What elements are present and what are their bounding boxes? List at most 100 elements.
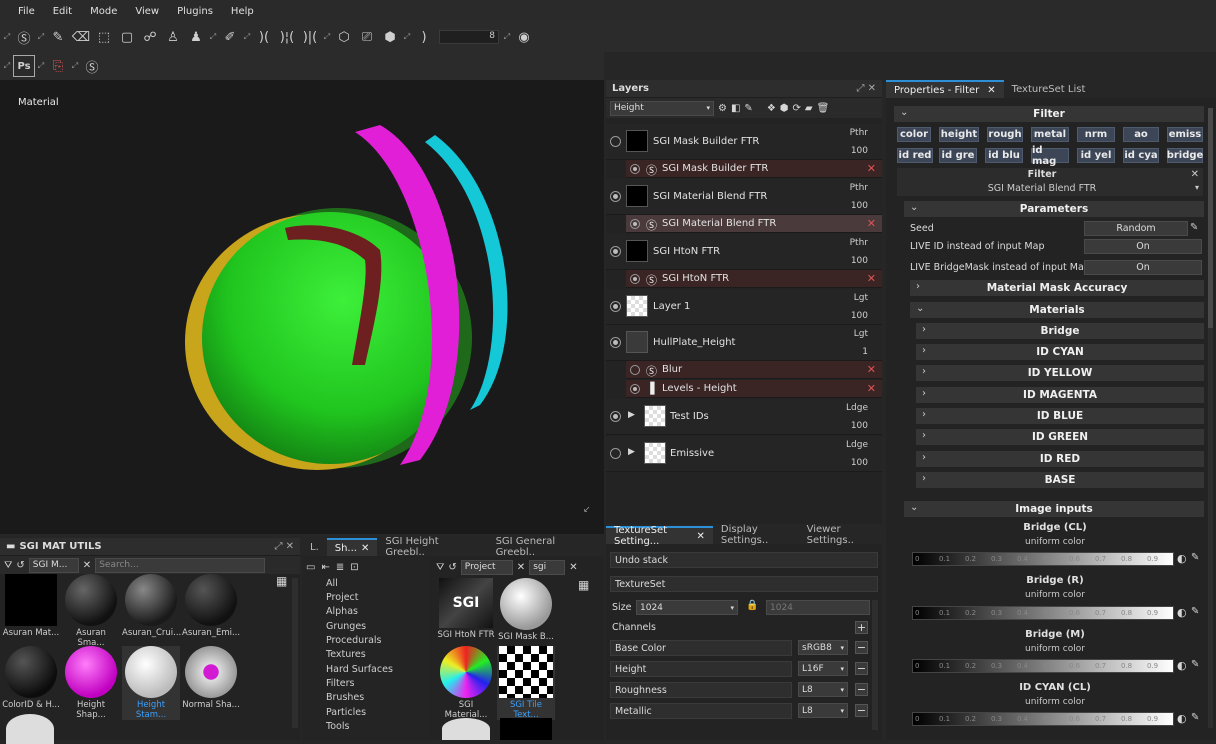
edit-icon[interactable]: ✎ (1191, 712, 1199, 723)
size-height-field[interactable]: 1024 (766, 600, 870, 615)
close-icon[interactable]: ⤢ ✕ (274, 541, 300, 552)
menu-plugins[interactable]: Plugins (168, 6, 222, 17)
shelf2-tab-active[interactable]: Sh... ✕ (326, 538, 378, 556)
channel-chip[interactable]: emiss (1167, 127, 1203, 142)
shelf-item[interactable]: Asuran Sma... (62, 574, 120, 648)
color-gradient-bar[interactable]: 0 0.1 0.2 0.3 0.4 0.5 0.6 0.7 0.8 0.9 (912, 606, 1174, 620)
channel-chip[interactable]: id red (897, 148, 933, 163)
channel-chip[interactable]: ao (1123, 127, 1159, 142)
category-brushes[interactable]: Brushes (326, 692, 364, 703)
menu-view[interactable]: View (126, 6, 168, 17)
category-tools[interactable]: Tools (326, 721, 349, 732)
expand-icon[interactable]: ⤢ (36, 55, 46, 77)
layer-row[interactable]: ▶ Emissive Ldge 100 (606, 436, 882, 472)
category-all[interactable]: All (326, 578, 338, 589)
material-item[interactable]: › Bridge (916, 323, 1204, 339)
cube-icon[interactable]: ⬢ (379, 26, 401, 48)
category-particles[interactable]: Particles (326, 707, 366, 718)
category-filters[interactable]: Filters (326, 678, 354, 689)
channel-format-select[interactable]: L16F ▾ (798, 661, 848, 676)
layer-blend-mode[interactable]: Ldge (846, 440, 868, 450)
textureset-scrollbar[interactable] (872, 600, 878, 730)
import-icon[interactable]: ⇤ (321, 562, 329, 573)
visibility-toggle[interactable] (630, 219, 640, 229)
chevron-down-icon[interactable]: ▾ (1195, 183, 1199, 192)
channel-chip[interactable]: nrm (1077, 127, 1115, 142)
layer-blend-mode[interactable]: Pthr (850, 128, 868, 138)
remove-channel-button[interactable]: − (855, 662, 868, 675)
remove-channel-button[interactable]: − (855, 641, 868, 654)
remove-effect-icon[interactable]: ✕ (867, 217, 876, 230)
color-picker-icon[interactable]: ✐ (219, 26, 241, 48)
tab-viewer-settings[interactable]: Viewer Settings.. (799, 524, 882, 546)
expand-icon[interactable]: ⤢ (2, 55, 12, 77)
shelf2-item[interactable]: SGI Material... (437, 646, 495, 720)
category-grunges[interactable]: Grunges (326, 621, 366, 632)
size-select[interactable]: 1024 ▾ (636, 600, 738, 615)
seed-random-button[interactable]: Random (1084, 221, 1188, 236)
color-gradient-bar[interactable]: 0 0.1 0.2 0.3 0.4 0.5 0.6 0.7 0.8 0.9 (912, 552, 1174, 566)
color-gradient-bar[interactable]: 0 0.1 0.2 0.3 0.4 0.5 0.6 0.7 0.8 0.9 (912, 712, 1174, 726)
shelf-scrollbar[interactable] (292, 578, 298, 728)
channel-chip[interactable]: id mag (1031, 145, 1069, 167)
layer-row[interactable]: Layer 1 Lgt 100 (606, 289, 882, 325)
filter-icon[interactable]: ⛛ (436, 562, 444, 573)
folder-expand-icon[interactable]: ▶ (628, 410, 635, 420)
scrollbar-thumb[interactable] (1208, 108, 1213, 328)
channel-chip[interactable]: bridge (1167, 148, 1203, 163)
lazy-mouse-slider[interactable]: 8 (439, 30, 499, 44)
lazy-mouse-icon[interactable]: ) (413, 26, 435, 48)
shelf-item[interactable]: Asuran_Crui... (122, 574, 181, 638)
material-item[interactable]: › ID BLUE (916, 408, 1204, 424)
close-icon[interactable]: ✕ (517, 562, 525, 573)
photoshop-icon[interactable]: Ps (13, 55, 35, 77)
add-mask-icon[interactable]: ◧ (731, 103, 740, 114)
menu-help[interactable]: Help (222, 6, 263, 17)
channel-format-select[interactable]: L8 ▾ (798, 703, 848, 718)
shelf2-filter-select[interactable]: Project (460, 559, 513, 575)
expand-icon[interactable]: ⤢ (2, 26, 12, 48)
filter-icon[interactable]: ⛛ (4, 560, 12, 571)
reset-icon[interactable]: ↺ (16, 560, 24, 571)
visibility-toggle[interactable] (630, 274, 640, 284)
expand-icon[interactable]: ⤢ (322, 26, 332, 48)
layer-effect-row[interactable]: Ⓢ Blur ✕ (626, 361, 882, 379)
layer-row[interactable]: ▶ Test IDs Ldge 100 (606, 399, 882, 435)
shelf-search-input[interactable]: Search... (95, 557, 266, 573)
add-folder-icon[interactable]: ▰ (805, 103, 813, 114)
symmetry-right-icon[interactable]: )|( (299, 26, 321, 48)
channel-chip[interactable]: metal (1031, 127, 1069, 142)
channel-chip[interactable]: id cya (1123, 148, 1159, 163)
tab-properties-filter[interactable]: Properties - Filter ✕ (886, 80, 1004, 98)
edit-icon[interactable]: ✎ (1191, 659, 1199, 670)
menu-edit[interactable]: Edit (44, 6, 81, 17)
undo-stack-button[interactable]: Undo stack (610, 552, 878, 568)
shelf2-tab[interactable]: SGI Height Greebl.. (377, 536, 487, 558)
delete-layer-icon[interactable]: 🗑 (817, 103, 830, 114)
channel-chip[interactable]: id yel (1077, 148, 1115, 163)
layer-row[interactable]: SGI Mask Builder FTR Pthr 100 (606, 124, 882, 160)
layer-row[interactable]: HullPlate_Height Lgt 1 (606, 325, 882, 361)
parameters-section-header[interactable]: ⌄ Parameters (904, 201, 1204, 217)
paint-brush-icon[interactable]: ✎ (47, 26, 69, 48)
channel-select[interactable]: Height ▾ (610, 100, 714, 116)
shelf-item[interactable]: Normal Sha... (182, 646, 240, 710)
visibility-toggle[interactable] (610, 191, 621, 202)
edit-icon[interactable]: ✎ (1190, 222, 1198, 233)
shelf-item[interactable]: Height Stam... (122, 646, 180, 720)
add-paint-icon[interactable]: ✎ (744, 103, 752, 114)
tab-textureset-list[interactable]: TextureSet List (1004, 80, 1094, 98)
visibility-toggle[interactable] (610, 448, 621, 459)
live-id-toggle[interactable]: On (1084, 239, 1202, 254)
layer-row[interactable]: SGI HtoN FTR Pthr 100 (606, 234, 882, 270)
close-icon[interactable]: ✕ (569, 562, 577, 573)
category-project[interactable]: Project (326, 592, 359, 603)
filter-section-header[interactable]: ⌄ Filter (894, 106, 1204, 122)
symmetry-left-icon[interactable]: )( (253, 26, 275, 48)
layer-blend-mode[interactable]: Pthr (850, 183, 868, 193)
menu-file[interactable]: File (9, 6, 44, 17)
polygon-fill-icon[interactable]: ▢ (116, 26, 138, 48)
image-inputs-section[interactable]: ⌄ Image inputs (904, 501, 1204, 517)
symmetry-center-icon[interactable]: )¦( (276, 26, 298, 48)
expand-icon[interactable]: ⤢ (70, 55, 80, 77)
